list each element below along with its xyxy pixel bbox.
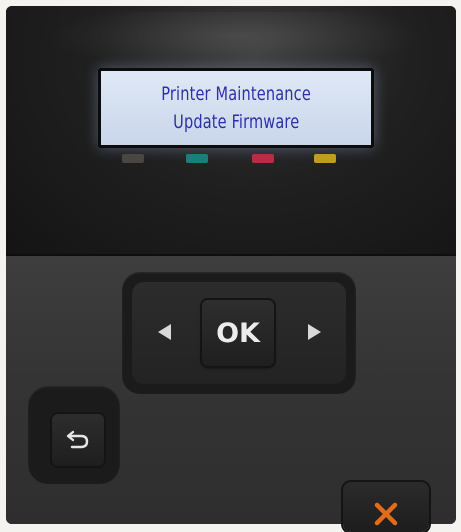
right-arrow-button[interactable] xyxy=(294,306,334,358)
back-button[interactable] xyxy=(52,414,104,466)
ink-indicator-black xyxy=(122,154,144,163)
ok-label: OK xyxy=(216,317,260,349)
ink-indicator-cyan xyxy=(186,154,208,163)
display-housing: Printer Maintenance Update Firmware xyxy=(6,6,456,254)
cancel-button[interactable] xyxy=(343,482,429,532)
left-arrow-button[interactable] xyxy=(144,306,184,358)
display-line-1: Printer Maintenance xyxy=(161,83,311,105)
right-arrow-icon xyxy=(307,324,321,340)
ok-button[interactable]: OK xyxy=(202,300,274,366)
ink-indicator-yellow xyxy=(314,154,336,163)
display-line-2: Update Firmware xyxy=(172,111,300,133)
cancel-x-icon xyxy=(374,502,398,526)
ink-indicator-magenta xyxy=(252,154,274,163)
lcd-screen: Printer Maintenance Update Firmware xyxy=(98,68,374,148)
back-arrow-icon xyxy=(66,430,89,449)
screen-glare xyxy=(46,12,426,72)
left-arrow-icon xyxy=(157,324,171,340)
